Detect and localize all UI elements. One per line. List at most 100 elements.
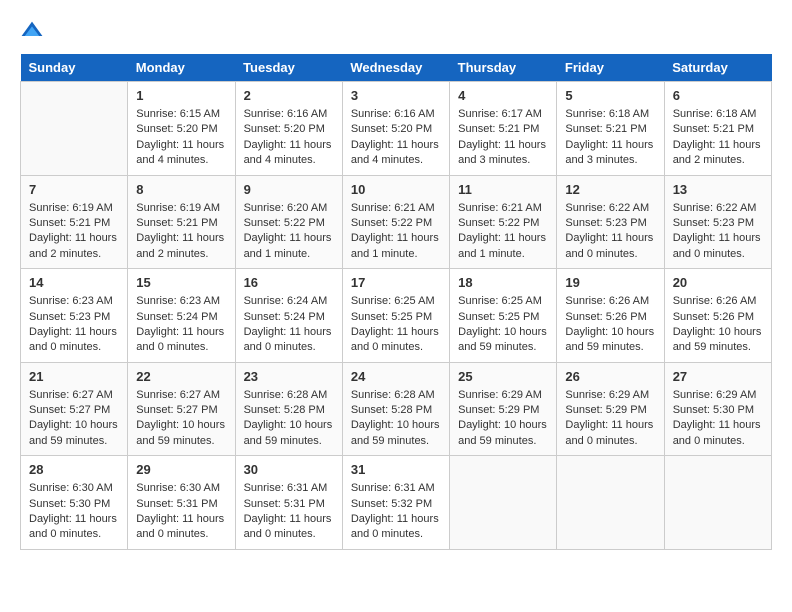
day-number: 26 [565, 369, 655, 384]
week-row-1: 1Sunrise: 6:15 AM Sunset: 5:20 PM Daylig… [21, 82, 772, 176]
day-info: Sunrise: 6:26 AM Sunset: 5:26 PM Dayligh… [565, 294, 655, 356]
calendar-cell: 17 Sunrise: 6:25 AM Sunset: 5:25 PM Dayli… [342, 269, 449, 363]
calendar-cell: 27Sunrise: 6:29 AM Sunset: 5:30 PM Dayli… [664, 362, 771, 456]
day-number: 24 [351, 369, 441, 384]
day-number: 11 [458, 182, 548, 197]
day-info: Sunrise: 6:19 AM Sunset: 5:21 PM Dayligh… [136, 201, 226, 263]
calendar-cell: 6Sunrise: 6:18 AM Sunset: 5:21 PM Daylig… [664, 82, 771, 176]
day-info: Sunrise: 6:22 AM Sunset: 5:23 PM Dayligh… [565, 201, 655, 263]
day-number: 9 [244, 182, 334, 197]
calendar-header-row: SundayMondayTuesdayWednesdayThursdayFrid… [21, 54, 772, 82]
calendar-cell: 14 Sunrise: 6:23 AM Sunset: 5:23 PM Dayli… [21, 269, 128, 363]
week-row-2: 7 Sunrise: 6:19 AM Sunset: 5:21 PM Daylig… [21, 175, 772, 269]
day-info: Sunrise: 6:18 AM Sunset: 5:21 PM Dayligh… [673, 107, 763, 169]
logo-icon [20, 20, 44, 44]
day-number: 21 [29, 369, 119, 384]
day-info: Sunrise: 6:23 AM Sunset: 5:23 PM Dayligh… [29, 294, 119, 356]
calendar-cell: 10 Sunrise: 6:21 AM Sunset: 5:22 PM Dayli… [342, 175, 449, 269]
calendar-cell: 31 Sunrise: 6:31 AM Sunset: 5:32 PM Dayli… [342, 456, 449, 550]
calendar-cell: 29 Sunrise: 6:30 AM Sunset: 5:31 PM Dayli… [128, 456, 235, 550]
calendar-cell: 12 Sunrise: 6:22 AM Sunset: 5:23 PM Dayli… [557, 175, 664, 269]
day-info: Sunrise: 6:23 AM Sunset: 5:24 PM Dayligh… [136, 294, 226, 356]
day-info: Sunrise: 6:19 AM Sunset: 5:21 PM Dayligh… [29, 201, 119, 263]
day-info: Sunrise: 6:25 AM Sunset: 5:25 PM Dayligh… [351, 294, 441, 356]
calendar-cell [557, 456, 664, 550]
logo [20, 20, 48, 44]
calendar-cell: 11 Sunrise: 6:21 AM Sunset: 5:22 PM Dayli… [450, 175, 557, 269]
calendar-cell: 19 Sunrise: 6:26 AM Sunset: 5:26 PM Dayli… [557, 269, 664, 363]
day-number: 2 [244, 88, 334, 103]
week-row-5: 28 Sunrise: 6:30 AM Sunset: 5:30 PM Dayli… [21, 456, 772, 550]
day-number: 23 [244, 369, 334, 384]
day-number: 19 [565, 275, 655, 290]
day-number: 17 [351, 275, 441, 290]
day-number: 12 [565, 182, 655, 197]
col-header-friday: Friday [557, 54, 664, 82]
calendar-body: 1Sunrise: 6:15 AM Sunset: 5:20 PM Daylig… [21, 82, 772, 550]
calendar-cell [21, 82, 128, 176]
calendar-cell: 16 Sunrise: 6:24 AM Sunset: 5:24 PM Dayli… [235, 269, 342, 363]
day-number: 5 [565, 88, 655, 103]
day-number: 7 [29, 182, 119, 197]
calendar-cell: 15 Sunrise: 6:23 AM Sunset: 5:24 PM Dayli… [128, 269, 235, 363]
calendar-cell: 20 Sunrise: 6:26 AM Sunset: 5:26 PM Dayli… [664, 269, 771, 363]
day-number: 16 [244, 275, 334, 290]
day-info: Sunrise: 6:28 AM Sunset: 5:28 PM Dayligh… [244, 388, 334, 450]
day-number: 31 [351, 462, 441, 477]
day-info: Sunrise: 6:16 AM Sunset: 5:20 PM Dayligh… [244, 107, 334, 169]
calendar-cell: 26 Sunrise: 6:29 AM Sunset: 5:29 PM Dayli… [557, 362, 664, 456]
day-info: Sunrise: 6:29 AM Sunset: 5:29 PM Dayligh… [458, 388, 548, 450]
day-info: Sunrise: 6:25 AM Sunset: 5:25 PM Dayligh… [458, 294, 548, 356]
calendar-cell [450, 456, 557, 550]
day-number: 3 [351, 88, 441, 103]
day-info: Sunrise: 6:20 AM Sunset: 5:22 PM Dayligh… [244, 201, 334, 263]
day-number: 14 [29, 275, 119, 290]
day-number: 18 [458, 275, 548, 290]
day-info: Sunrise: 6:30 AM Sunset: 5:31 PM Dayligh… [136, 481, 226, 543]
day-info: Sunrise: 6:29 AM Sunset: 5:29 PM Dayligh… [565, 388, 655, 450]
day-number: 25 [458, 369, 548, 384]
calendar-cell: 25 Sunrise: 6:29 AM Sunset: 5:29 PM Dayli… [450, 362, 557, 456]
calendar-cell: 5 Sunrise: 6:18 AM Sunset: 5:21 PM Daylig… [557, 82, 664, 176]
calendar-cell: 13Sunrise: 6:22 AM Sunset: 5:23 PM Dayli… [664, 175, 771, 269]
day-number: 1 [136, 88, 226, 103]
day-info: Sunrise: 6:24 AM Sunset: 5:24 PM Dayligh… [244, 294, 334, 356]
calendar-cell: 30 Sunrise: 6:31 AM Sunset: 5:31 PM Dayli… [235, 456, 342, 550]
calendar-cell: 3Sunrise: 6:16 AM Sunset: 5:20 PM Daylig… [342, 82, 449, 176]
day-info: Sunrise: 6:22 AM Sunset: 5:23 PM Dayligh… [673, 201, 763, 263]
calendar-cell: 22 Sunrise: 6:27 AM Sunset: 5:27 PM Dayli… [128, 362, 235, 456]
col-header-thursday: Thursday [450, 54, 557, 82]
page-header [20, 20, 772, 44]
col-header-saturday: Saturday [664, 54, 771, 82]
day-number: 20 [673, 275, 763, 290]
calendar-cell: 9 Sunrise: 6:20 AM Sunset: 5:22 PM Daylig… [235, 175, 342, 269]
day-info: Sunrise: 6:31 AM Sunset: 5:32 PM Dayligh… [351, 481, 441, 543]
calendar-cell: 4Sunrise: 6:17 AM Sunset: 5:21 PM Daylig… [450, 82, 557, 176]
calendar-cell: 7 Sunrise: 6:19 AM Sunset: 5:21 PM Daylig… [21, 175, 128, 269]
day-info: Sunrise: 6:31 AM Sunset: 5:31 PM Dayligh… [244, 481, 334, 543]
day-info: Sunrise: 6:26 AM Sunset: 5:26 PM Dayligh… [673, 294, 763, 356]
day-info: Sunrise: 6:21 AM Sunset: 5:22 PM Dayligh… [351, 201, 441, 263]
day-number: 30 [244, 462, 334, 477]
col-header-tuesday: Tuesday [235, 54, 342, 82]
calendar-table: SundayMondayTuesdayWednesdayThursdayFrid… [20, 54, 772, 550]
day-number: 28 [29, 462, 119, 477]
day-number: 10 [351, 182, 441, 197]
calendar-cell: 21Sunrise: 6:27 AM Sunset: 5:27 PM Dayli… [21, 362, 128, 456]
day-info: Sunrise: 6:18 AM Sunset: 5:21 PM Dayligh… [565, 107, 655, 169]
calendar-cell [664, 456, 771, 550]
week-row-4: 21 Sunrise: 6:27 AM Sunset: 5:27 PM Dayli… [21, 362, 772, 456]
col-header-wednesday: Wednesday [342, 54, 449, 82]
calendar-cell: 2 Sunrise: 6:16 AM Sunset: 5:20 PM Daylig… [235, 82, 342, 176]
day-number: 22 [136, 369, 226, 384]
day-number: 8 [136, 182, 226, 197]
day-number: 15 [136, 275, 226, 290]
calendar-cell: 18 Sunrise: 6:25 AM Sunset: 5:25 PM Dayli… [450, 269, 557, 363]
calendar-cell: 8 Sunrise: 6:19 AM Sunset: 5:21 PM Daylig… [128, 175, 235, 269]
day-info: Sunrise: 6:30 AM Sunset: 5:30 PM Dayligh… [29, 481, 119, 543]
col-header-monday: Monday [128, 54, 235, 82]
day-info: Sunrise: 6:21 AM Sunset: 5:22 PM Dayligh… [458, 201, 548, 263]
day-info: Sunrise: 6:27 AM Sunset: 5:27 PM Dayligh… [136, 388, 226, 450]
day-number: 4 [458, 88, 548, 103]
day-number: 29 [136, 462, 226, 477]
